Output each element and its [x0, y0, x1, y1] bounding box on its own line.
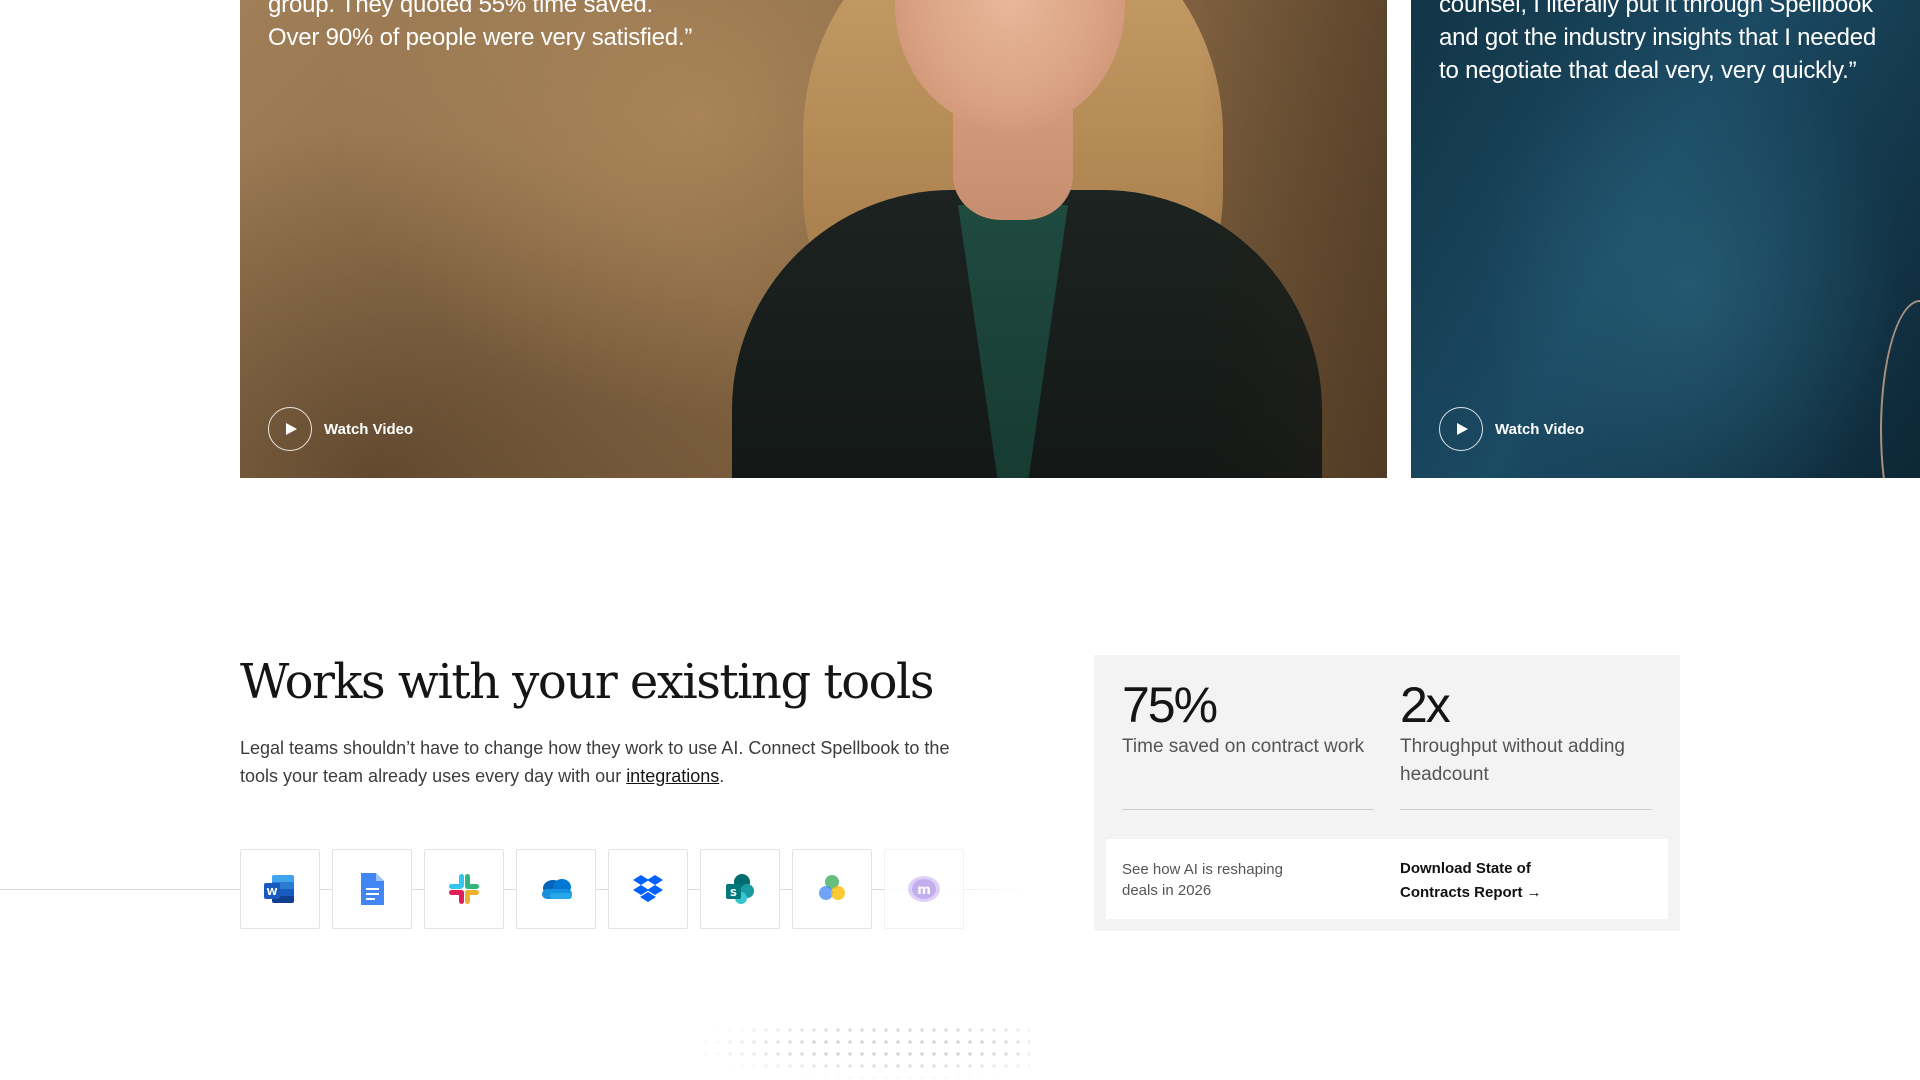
svg-text:W: W	[266, 887, 277, 898]
stat-value: 75%	[1122, 677, 1218, 733]
integrations-link[interactable]: integrations	[626, 766, 719, 786]
tool-tile-word[interactable]: W	[240, 849, 320, 929]
google-docs-icon	[361, 873, 384, 905]
svg-text:m: m	[917, 883, 931, 898]
play-icon[interactable]	[268, 407, 312, 451]
sharepoint-icon: S	[726, 874, 754, 904]
download-report-link[interactable]: Download State of Contracts Report →	[1400, 857, 1580, 905]
play-icon[interactable]	[1439, 407, 1483, 451]
download-report-label[interactable]: Download State of Contracts Report	[1400, 860, 1531, 901]
stat-throughput: 2x Throughput without adding headcount	[1400, 677, 1652, 789]
svg-text:S: S	[730, 888, 737, 899]
report-callout: See how AI is reshaping deals in 2026 Do…	[1106, 839, 1668, 919]
tool-tile-google-docs[interactable]	[332, 849, 412, 929]
tool-tile-imanage[interactable]: m	[884, 849, 964, 929]
watch-video-button-2[interactable]: Watch Video	[1439, 407, 1584, 451]
report-note: See how AI is reshaping deals in 2026	[1122, 861, 1283, 899]
testimonial-quote-2: counsel, I literally put it through Spel…	[1439, 0, 1877, 84]
tool-tile-sharepoint[interactable]: S	[700, 849, 780, 929]
tools-section-title: Works with your existing tools	[240, 654, 935, 710]
tools-section-description: Legal teams shouldn’t have to change how…	[240, 734, 960, 790]
decorative-dot-grid	[700, 1024, 1030, 1080]
watch-video-button-1[interactable]: Watch Video	[268, 407, 413, 451]
portrait-shade	[1200, 0, 1387, 478]
arrow-right-icon: →	[1526, 884, 1542, 901]
tool-tile-onedrive[interactable]	[516, 849, 596, 929]
watch-video-label[interactable]: Watch Video	[1495, 421, 1584, 438]
google-drive-icon	[819, 875, 845, 900]
stat-value: 2x	[1400, 677, 1451, 733]
testimonial-quote-1: group. They quoted 55% time saved. Over …	[268, 0, 693, 51]
tools-description-text: Legal teams shouldn’t have to change how…	[240, 738, 950, 786]
tool-tile-google-drive[interactable]	[792, 849, 872, 929]
stat-divider	[1122, 809, 1374, 810]
integration-icons-row: W S m	[240, 849, 964, 929]
stat-label: Time saved on contract work	[1122, 736, 1365, 757]
onedrive-icon	[542, 879, 572, 899]
watch-video-label[interactable]: Watch Video	[324, 421, 413, 438]
slack-icon	[449, 874, 479, 904]
tool-tile-dropbox[interactable]	[608, 849, 688, 929]
tool-tile-slack[interactable]	[424, 849, 504, 929]
portrait-edge	[1880, 300, 1920, 478]
stat-label: Throughput without adding headcount	[1400, 736, 1625, 785]
stat-divider	[1400, 809, 1652, 810]
imanage-icon: m	[908, 876, 940, 902]
tools-description-end: .	[719, 766, 725, 786]
stats-panel: 75% Time saved on contract work 2x Throu…	[1094, 655, 1680, 931]
microsoft-word-icon: W	[264, 875, 294, 903]
dropbox-icon	[633, 875, 663, 902]
stat-time-saved: 75% Time saved on contract work	[1122, 677, 1374, 761]
